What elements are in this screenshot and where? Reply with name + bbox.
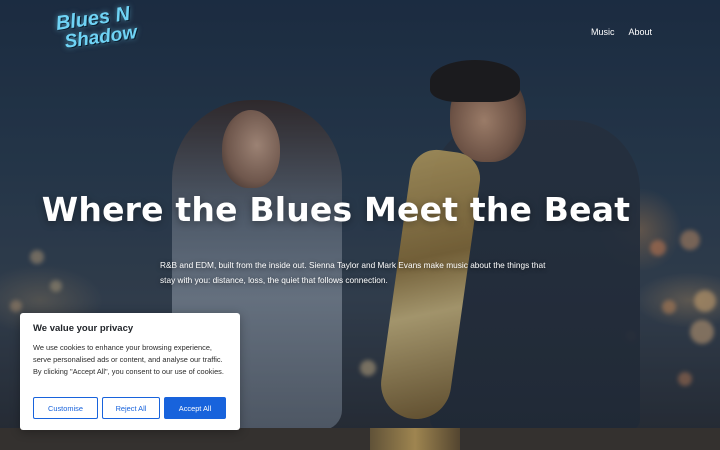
nav-link-about[interactable]: About: [628, 27, 652, 37]
hero-tagline: R&B and EDM, built from the inside out. …: [160, 260, 546, 285]
accept-all-button[interactable]: Accept All: [164, 397, 226, 419]
hero-headline: Where the Blues Meet the Beat: [41, 190, 631, 229]
cookie-consent-banner: We value your privacy We use cookies to …: [20, 313, 240, 430]
cookie-body: We use cookies to enhance your browsing …: [33, 343, 224, 376]
nav-link-music[interactable]: Music: [591, 27, 615, 37]
site-logo[interactable]: Blues N Shadow: [55, 2, 146, 67]
next-section-preview: [0, 428, 720, 450]
saxophone-glow: [370, 428, 460, 450]
cookie-actions: Customise Reject All Accept All: [33, 397, 226, 419]
main-nav: Music About: [591, 27, 652, 37]
reject-all-button[interactable]: Reject All: [102, 397, 160, 419]
customise-button[interactable]: Customise: [33, 397, 98, 419]
cookie-title: We value your privacy: [33, 323, 134, 334]
